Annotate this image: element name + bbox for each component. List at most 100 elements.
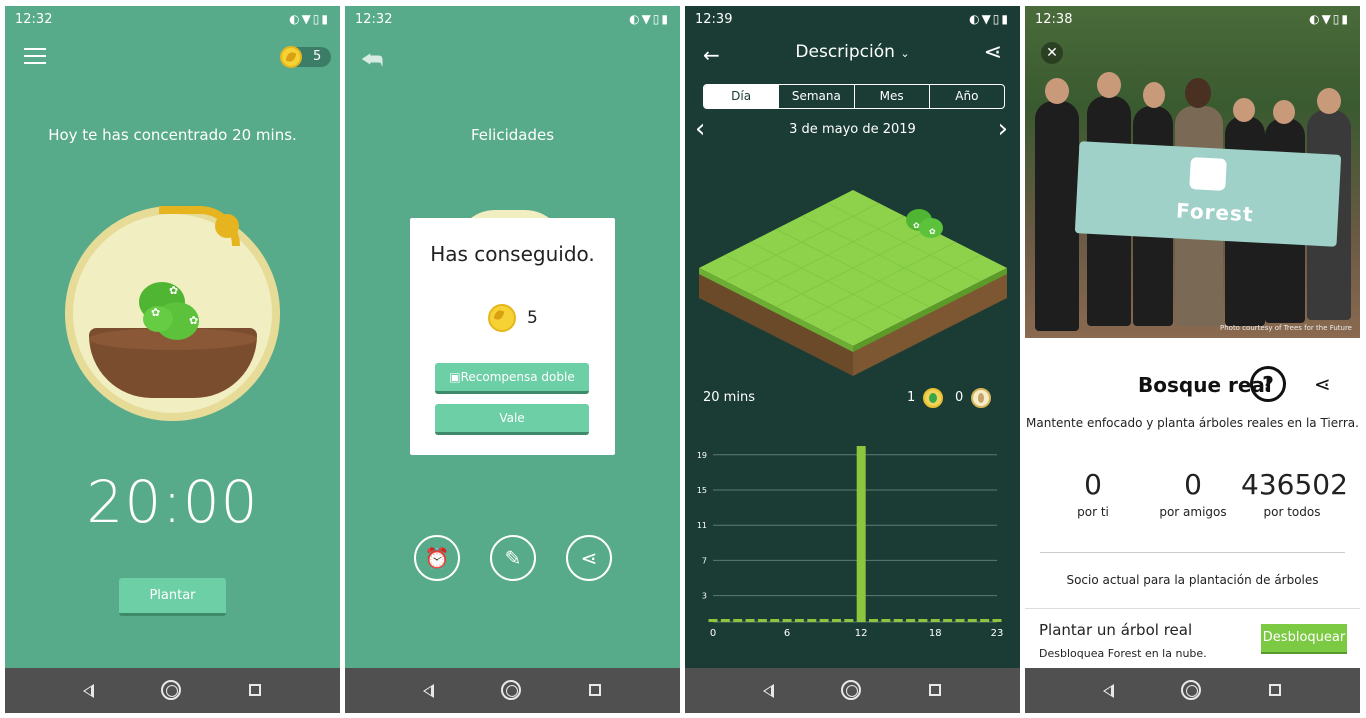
y-tick-label: 15 [697, 486, 707, 495]
dead-tree-icon [971, 388, 991, 408]
x-tick-label: 23 [991, 628, 1004, 639]
nav-recents-icon[interactable] [929, 684, 941, 696]
nav-home-icon[interactable] [1181, 680, 1201, 700]
hour-bar [844, 619, 854, 622]
x-tick-label: 12 [855, 628, 868, 639]
double-reward-button[interactable]: ▣Recompensa doble [435, 363, 589, 394]
status-bar: 12:38 ◐▼▯▮ [1025, 6, 1360, 34]
focus-summary: Hoy te has concentrado 20 mins. [48, 126, 297, 144]
hamburger-menu-icon[interactable] [24, 48, 46, 65]
tab-year[interactable]: Año [930, 85, 1004, 108]
page-subtitle: Mantente enfocado y planta árboles reale… [1026, 416, 1359, 430]
plant-button[interactable]: Plantar [119, 578, 226, 616]
stat-by-everyone: 436502 por todos [1241, 468, 1348, 519]
hour-bar [881, 619, 891, 622]
chevron-down-icon: ⌄ [900, 47, 910, 60]
status-icons: ◐▼▯▮ [629, 12, 670, 26]
hour-bar [819, 619, 829, 622]
y-tick-label: 3 [702, 592, 707, 601]
x-tick-label: 18 [929, 628, 942, 639]
stat-value: 436502 [1241, 468, 1348, 501]
double-reward-label: Recompensa doble [460, 370, 575, 384]
android-nav-bar [5, 668, 340, 713]
close-icon[interactable]: ✕ [1041, 42, 1063, 64]
nav-recents-icon[interactable] [249, 684, 261, 696]
hour-bar [720, 619, 730, 622]
hour-bar [807, 619, 817, 622]
tab-day[interactable]: Día [704, 85, 780, 108]
status-time: 12:38 [1035, 12, 1073, 27]
hour-bar [733, 619, 743, 622]
share-icon[interactable]: ⋖ [566, 535, 612, 581]
hour-bar [794, 619, 804, 622]
screen-real-forest: Forest Photo courtesy of Trees for the F… [1025, 6, 1360, 713]
current-date: 3 de mayo de 2019 [789, 122, 916, 137]
stat-value: 0 [1184, 468, 1202, 501]
nav-home-icon[interactable] [501, 680, 521, 700]
status-time: 12:32 [355, 12, 393, 27]
plant-real-tree-card: Plantar un árbol real Desbloquea Forest … [1025, 608, 1360, 668]
status-icons: ◐▼▯▮ [1309, 12, 1350, 26]
x-tick-label: 6 [784, 628, 790, 639]
nav-back-icon[interactable] [763, 684, 774, 698]
day-summary: 20 mins 1 0 [685, 388, 1020, 410]
hour-bar [980, 619, 990, 622]
photo-credit: Photo courtesy of Trees for the Future [1220, 324, 1352, 332]
back-arrow-icon[interactable]: ⮪ [361, 46, 383, 74]
status-bar: 12:39 ◐▼▯▮ [685, 6, 1020, 34]
stat-label: por ti [1077, 505, 1109, 519]
reward-dialog: Has conseguido. 5 ▣Recompensa doble Vale [410, 218, 615, 455]
coin-count: 5 [313, 49, 322, 64]
stat-label: por amigos [1159, 505, 1227, 519]
nav-home-icon[interactable] [161, 680, 181, 700]
progress-knob[interactable] [215, 214, 239, 238]
hour-bar [893, 619, 903, 622]
tab-week[interactable]: Semana [779, 85, 855, 108]
coin-icon [280, 46, 302, 68]
tab-month[interactable]: Mes [855, 85, 930, 108]
hour-bar [782, 619, 792, 622]
y-tick-label: 11 [697, 521, 707, 530]
hour-bar [943, 619, 953, 622]
share-icon[interactable]: ⋖ [984, 40, 1002, 65]
help-icon[interactable]: ? [1250, 366, 1286, 402]
screen-stats: 12:39 ◐▼▯▮ ← Descripción ⌄ ⋖ Día Semana … [685, 6, 1020, 713]
android-nav-bar [345, 668, 680, 713]
stats-toolbar: ← Descripción ⌄ ⋖ [685, 34, 1020, 74]
next-date-icon[interactable]: › [998, 114, 1008, 144]
nav-home-icon[interactable] [841, 680, 861, 700]
reward-coins: 5 [527, 308, 538, 328]
svg-text:✿: ✿ [929, 227, 936, 236]
stat-by-you: 0 por ti [1065, 468, 1121, 519]
ok-button[interactable]: Vale [435, 404, 589, 435]
view-selector[interactable]: Descripción ⌄ [685, 42, 1020, 62]
hour-bar [708, 619, 718, 622]
nav-back-icon[interactable] [83, 684, 94, 698]
status-icons: ◐▼▯▮ [289, 12, 330, 26]
unlock-button[interactable]: Desbloquear [1261, 624, 1347, 654]
nav-back-icon[interactable] [423, 684, 434, 698]
android-nav-bar [685, 668, 1020, 713]
countdown-timer: 20:00 [86, 468, 259, 536]
healthy-tree-count: 1 [907, 390, 916, 405]
stat-by-friends: 0 por amigos [1155, 468, 1231, 519]
coin-balance[interactable]: 5 [280, 46, 331, 68]
forest-banner: Forest [1074, 141, 1342, 247]
nav-recents-icon[interactable] [1269, 684, 1281, 696]
forest-tile: ✿ ✿ [699, 190, 1007, 376]
hour-bar [831, 619, 841, 622]
y-tick-label: 7 [702, 556, 707, 565]
share-icon[interactable]: ⋖ [1314, 372, 1331, 396]
hour-bar [992, 619, 1002, 622]
nav-recents-icon[interactable] [589, 684, 601, 696]
edit-pencil-icon[interactable]: ✎ [490, 535, 536, 581]
coin-icon [488, 304, 516, 332]
nav-back-icon[interactable] [1103, 684, 1114, 698]
congrats-title: Felicidades [470, 126, 555, 144]
period-tabs: Día Semana Mes Año [703, 84, 1005, 109]
hour-bar [967, 619, 977, 622]
screen-congrats: 12:32 ◐▼▯▮ ⮪ Felicidades Has conseguido.… [345, 6, 680, 713]
alarm-clock-icon[interactable]: ⏰ [414, 535, 460, 581]
android-nav-bar [1025, 668, 1360, 713]
status-icons: ◐▼▯▮ [969, 12, 1010, 26]
